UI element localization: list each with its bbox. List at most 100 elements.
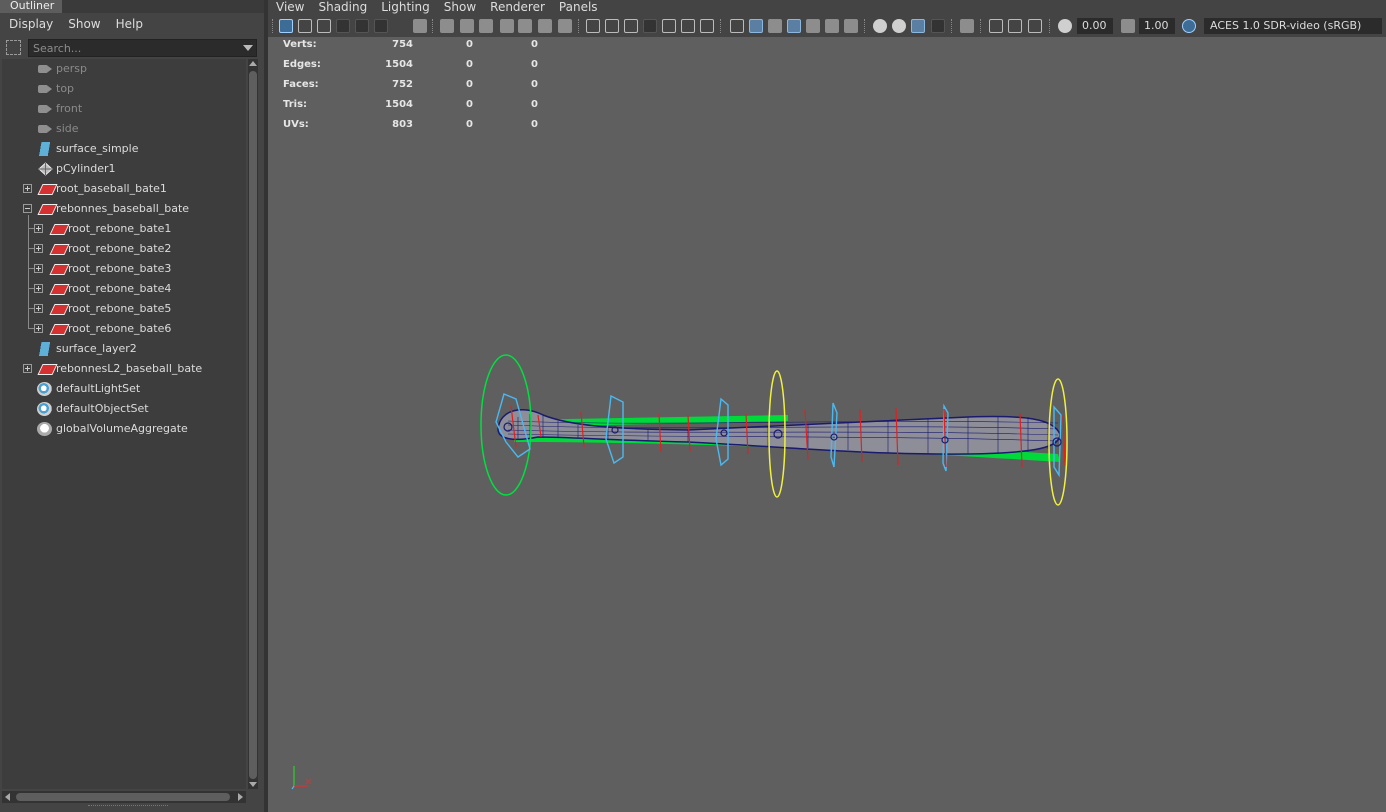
resolution-gate-icon[interactable]: [624, 19, 638, 33]
expand-icon[interactable]: [23, 184, 32, 193]
outliner-item-root-rebone-bate6[interactable]: root_rebone_bate6: [2, 319, 246, 339]
outliner-item-rebonnesl2-baseball-bate[interactable]: rebonnesL2_baseball_bate: [2, 359, 246, 379]
outliner-item-surface-layer2[interactable]: surface_layer2: [2, 339, 246, 359]
menu-view[interactable]: View: [276, 0, 304, 14]
viewport-menubar: View Shading Lighting Show Renderer Pane…: [268, 0, 1386, 14]
expand-icon[interactable]: [34, 244, 43, 253]
menu-shading[interactable]: Shading: [318, 0, 367, 14]
color-management-icon[interactable]: [1182, 19, 1196, 33]
expand-icon[interactable]: [23, 364, 32, 373]
3d-viewport[interactable]: Verts: 754 0 0 Edges: 1504 0 0 Faces: 75…: [268, 37, 1386, 812]
outliner-item-root-rebone-bate1[interactable]: root_rebone_bate1: [2, 219, 246, 239]
wireframe-on-shaded-icon[interactable]: [787, 19, 801, 33]
outliner-item-defaultobjectset[interactable]: defaultObjectSet: [2, 399, 246, 419]
selection-filter-icon[interactable]: [6, 40, 21, 55]
2d-pan-zoom-icon[interactable]: [355, 19, 369, 33]
scrollbar-thumb[interactable]: [16, 793, 230, 801]
expand-icon[interactable]: [34, 304, 43, 313]
gamma-icon[interactable]: [1121, 19, 1135, 33]
outliner-item-defaultlightset[interactable]: defaultLightSet: [2, 379, 246, 399]
outliner-item-front[interactable]: front: [2, 99, 246, 119]
menu-renderer[interactable]: Renderer: [490, 0, 545, 14]
camera-lock-icon[interactable]: [440, 19, 454, 33]
outliner-item-pcylinder1[interactable]: pCylinder1: [2, 159, 246, 179]
outliner-item-persp[interactable]: persp: [2, 59, 246, 79]
outliner-item-globalvolumeaggregate[interactable]: globalVolumeAggregate: [2, 419, 246, 439]
safe-title-icon[interactable]: [700, 19, 714, 33]
xray-joints-icon[interactable]: [1028, 19, 1042, 33]
exposure-field[interactable]: 0.00: [1077, 18, 1113, 34]
outliner-horizontal-scrollbar[interactable]: [2, 791, 246, 803]
film-gate-icon[interactable]: [605, 19, 619, 33]
grease-pencil-icon[interactable]: [374, 19, 388, 33]
pen-icon[interactable]: [518, 19, 532, 33]
gamma-field[interactable]: 1.00: [1139, 18, 1175, 34]
outliner-item-surface-simple[interactable]: surface_simple: [2, 139, 246, 159]
scroll-down-icon[interactable]: [249, 782, 257, 787]
transform-icon[interactable]: [538, 19, 552, 33]
expand-icon[interactable]: [34, 224, 43, 233]
motion-blur-icon[interactable]: [892, 19, 906, 33]
isolate-camera-icon[interactable]: [460, 19, 474, 33]
scroll-left-icon[interactable]: [5, 793, 10, 801]
menu-panels[interactable]: Panels: [559, 0, 598, 14]
outliner-item-root-rebone-bate2[interactable]: root_rebone_bate2: [2, 239, 246, 259]
sync-camera-icon[interactable]: [479, 19, 493, 33]
outliner-item-side[interactable]: side: [2, 119, 246, 139]
expand-icon[interactable]: [34, 324, 43, 333]
menu-show[interactable]: Show: [68, 17, 100, 31]
screen-space-ao-icon[interactable]: [873, 19, 887, 33]
bookmark-icon[interactable]: [500, 19, 514, 33]
scrollbar-thumb[interactable]: [249, 71, 257, 779]
smooth-shade-icon[interactable]: [749, 19, 763, 33]
select-camera-icon[interactable]: [279, 19, 293, 33]
xray-icon[interactable]: [989, 19, 1003, 33]
item-label: surface_layer2: [56, 342, 137, 355]
search-input[interactable]: [29, 40, 229, 56]
hud-value: 0: [466, 119, 473, 130]
gate-mask-icon[interactable]: [643, 19, 657, 33]
tool-icon[interactable]: [558, 19, 572, 33]
shadows-icon[interactable]: [844, 19, 858, 33]
expand-icon[interactable]: [34, 284, 43, 293]
outliner-item-root-baseball-bate1[interactable]: root_baseball_bate1: [2, 179, 246, 199]
collapse-icon[interactable]: [23, 204, 32, 213]
view-transform-dropdown[interactable]: ACES 1.0 SDR-video (sRGB): [1204, 18, 1382, 34]
outliner-item-root-rebone-bate4[interactable]: root_rebone_bate4: [2, 279, 246, 299]
menu-help[interactable]: Help: [116, 17, 143, 31]
outliner-vertical-scrollbar[interactable]: [248, 59, 258, 789]
field-chart-icon[interactable]: [662, 19, 676, 33]
lights-icon[interactable]: [825, 19, 839, 33]
outliner-item-root-rebone-bate5[interactable]: root_rebone_bate5: [2, 299, 246, 319]
anti-aliasing-icon[interactable]: [911, 19, 925, 33]
depth-of-field-icon[interactable]: [931, 19, 945, 33]
default-material-icon[interactable]: [768, 19, 782, 33]
scroll-up-icon[interactable]: [249, 61, 257, 66]
image-plane-icon[interactable]: [336, 19, 350, 33]
snapshot-icon[interactable]: [413, 19, 427, 33]
exposure-icon[interactable]: [1058, 19, 1072, 33]
search-dropdown-icon[interactable]: [243, 45, 253, 51]
hud-value: 1504: [385, 59, 413, 70]
isolate-select-icon[interactable]: [960, 19, 974, 33]
menu-show[interactable]: Show: [444, 0, 476, 14]
wireframe-icon[interactable]: [730, 19, 744, 33]
expand-icon[interactable]: [34, 264, 43, 273]
bookmarks-icon[interactable]: [317, 19, 331, 33]
xray-active-icon[interactable]: [1008, 19, 1022, 33]
joint-icon: [37, 204, 58, 215]
outliner-item-root-rebone-bate3[interactable]: root_rebone_bate3: [2, 259, 246, 279]
outliner-item-top[interactable]: top: [2, 79, 246, 99]
scroll-right-icon[interactable]: [238, 793, 243, 801]
outliner-tab[interactable]: Outliner: [0, 0, 62, 13]
panel-resize-grip[interactable]: [88, 805, 168, 808]
textured-icon[interactable]: [806, 19, 820, 33]
menu-display[interactable]: Display: [9, 17, 53, 31]
grid-icon[interactable]: [586, 19, 600, 33]
safe-action-icon[interactable]: [681, 19, 695, 33]
camera-attributes-icon[interactable]: [298, 19, 312, 33]
toolbar-separator: [432, 19, 434, 33]
menu-lighting[interactable]: Lighting: [381, 0, 430, 14]
outliner-item-rebonnes-baseball-bate[interactable]: rebonnes_baseball_bate: [2, 199, 246, 219]
viewport-scene[interactable]: [268, 37, 1386, 812]
